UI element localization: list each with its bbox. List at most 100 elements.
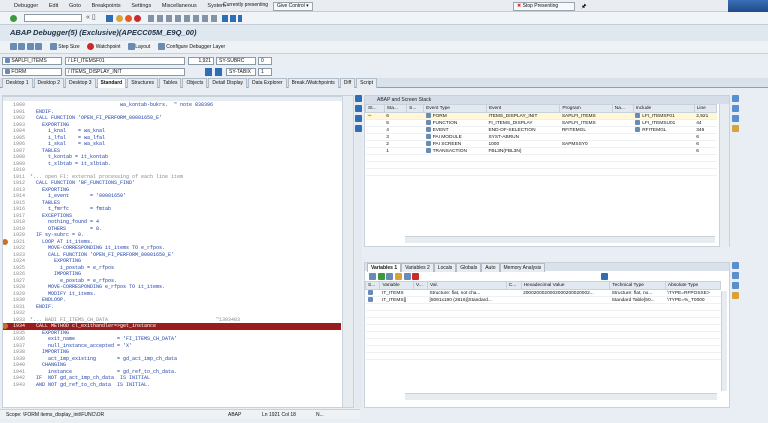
give-control-button[interactable]: Give Control ▾ <box>273 2 313 11</box>
tab-memory-analysis[interactable]: Memory Analysis <box>499 263 546 272</box>
command-field[interactable] <box>24 14 82 22</box>
tab-objects[interactable]: Objects <box>182 78 208 88</box>
stack-row[interactable]: 4 EVENT END-OF-SELECTION RFITEMGL RFITEMGL 34… <box>365 126 717 134</box>
tab-desktop-1[interactable]: Desktop 1 <box>2 78 33 88</box>
form-field[interactable]: FORM <box>2 68 62 76</box>
watchpoint-button[interactable]: Watchpoint <box>87 41 121 54</box>
variables-column-header[interactable]: Val. <box>426 281 507 290</box>
tab-locals[interactable]: Locals <box>433 263 457 272</box>
include-field[interactable]: / LFI_ITEMSF01 <box>65 57 185 65</box>
enter-icon[interactable] <box>10 15 17 22</box>
variable-cell[interactable]: IT_ITEMS <box>379 289 414 297</box>
variables-column-header[interactable]: Technical Type <box>609 281 666 290</box>
line-number-field[interactable]: 1,921 <box>188 57 214 65</box>
tab-script[interactable]: Script <box>356 78 377 88</box>
menu-edit[interactable]: Edit <box>49 0 58 12</box>
tab-data-explorer[interactable]: Data Explorer <box>248 78 287 88</box>
step-size-button[interactable]: Step Size <box>49 41 80 54</box>
stack-tool-3-icon[interactable] <box>732 115 739 122</box>
tab-break-watchpoints[interactable]: Break./Watchpoints <box>287 78 339 88</box>
menu-settings[interactable]: Settings <box>131 0 151 12</box>
stack-tool-2-icon[interactable] <box>732 105 739 112</box>
cancel-icon[interactable] <box>134 15 141 22</box>
nav-icons[interactable] <box>205 68 223 76</box>
stack-row[interactable]: 1 TRANSACTION FBL3N(FBL3N) 6 <box>365 147 717 155</box>
return-icon[interactable] <box>26 43 34 51</box>
var-tool-6-icon[interactable] <box>412 273 420 280</box>
variables-column-header[interactable]: S... <box>364 281 381 290</box>
exit-icon[interactable] <box>125 15 132 22</box>
menu-debugger[interactable]: Debugger <box>14 0 38 12</box>
variables-column-header[interactable]: Hexadecimal Value <box>520 281 611 290</box>
stack-column-header[interactable]: Sta... <box>383 104 408 113</box>
tab-desktop-2[interactable]: Desktop 2 <box>33 78 65 88</box>
var-side-4-icon[interactable] <box>732 292 739 299</box>
configure-layer-button[interactable]: Configure Debugger Layer <box>157 41 225 54</box>
breakpoint-icon[interactable] <box>3 238 8 245</box>
tab-desktop-3[interactable]: Desktop 3 <box>65 78 96 88</box>
step-icons[interactable] <box>10 41 43 54</box>
step-over-icon[interactable] <box>18 43 26 51</box>
variables-column-header[interactable]: C... <box>505 281 522 290</box>
stack-column-header[interactable]: Na... <box>611 104 634 113</box>
menu-breakpoints[interactable]: Breakpoints <box>92 0 121 12</box>
variables-scrollbar[interactable] <box>721 291 727 391</box>
variables-row[interactable]: IT_ITEMS[] [5091x190 (2816)]Standard... St… <box>365 296 721 304</box>
form-name-field[interactable]: / ITEMS_DISPLAY_INIT <box>65 68 185 76</box>
stack-row[interactable]: 2 PAI SCREEN 1000 SAPMSSY0 6 <box>365 140 717 148</box>
toolbar-icons[interactable] <box>148 15 218 22</box>
layout-icons[interactable] <box>222 15 242 22</box>
stack-column-header[interactable]: Event <box>485 104 561 113</box>
menu-goto[interactable]: Goto <box>69 0 81 12</box>
var-side-1-icon[interactable] <box>732 262 739 269</box>
stack-column-header[interactable]: Include <box>632 104 695 113</box>
editor-scrollbar[interactable] <box>342 96 353 407</box>
tabix-value[interactable]: 1 <box>258 68 272 76</box>
tab-variables-1[interactable]: Variables 1 <box>367 263 402 272</box>
stack-h-scrollbar[interactable] <box>405 236 715 243</box>
var-tool-1-icon[interactable] <box>369 273 376 280</box>
stack-column-header[interactable]: Line <box>693 104 718 113</box>
variable-cell[interactable]: Structure: flat, not cha... <box>427 289 507 297</box>
back-nav-icons[interactable]: « ▯ <box>86 13 96 21</box>
back-icon[interactable] <box>116 15 123 22</box>
menu-miscellaneous[interactable]: Miscellaneous <box>162 0 197 12</box>
swap-icon[interactable] <box>355 105 362 112</box>
stack-row[interactable]: 5 FUNCTION FI_ITEMS_DISPLAY SAPLFI_ITEMS LFI… <box>365 119 717 127</box>
stack-scrollbar[interactable] <box>719 104 729 247</box>
close-tool-icon[interactable] <box>355 125 362 132</box>
var-tool-4-icon[interactable] <box>395 273 403 280</box>
tab-detail-display[interactable]: Detail Display <box>208 78 247 88</box>
stack-column-header[interactable]: Event Type <box>423 104 487 113</box>
variables-column-header[interactable]: V... <box>413 281 428 290</box>
tab-variables-2[interactable]: Variables 2 <box>401 263 434 272</box>
breakpoint-icon[interactable] <box>3 323 8 329</box>
var-side-2-icon[interactable] <box>732 272 739 279</box>
program-field[interactable]: SAPLFI_ITEMS <box>2 57 62 65</box>
tab-globals[interactable]: Globals <box>456 263 482 272</box>
variables-column-header[interactable]: Absolute Type <box>664 281 722 290</box>
var-save-icon[interactable] <box>601 273 609 280</box>
tab-tables[interactable]: Tables <box>159 78 182 88</box>
variable-cell[interactable]: [5091x190 (2816)]Standard... <box>427 296 507 304</box>
var-side-3-icon[interactable] <box>732 282 739 289</box>
stack-tool-4-icon[interactable] <box>732 125 739 132</box>
var-tool-3-icon[interactable] <box>386 273 394 280</box>
variables-row[interactable]: IT_ITEMS Structure: flat, not cha... 20002… <box>365 289 721 297</box>
stack-column-header[interactable]: S... <box>406 104 425 113</box>
stack-column-header[interactable]: St... <box>365 104 385 113</box>
save-icon[interactable] <box>106 15 113 22</box>
subrc-value[interactable]: 0 <box>258 57 272 65</box>
tab-auto[interactable]: Auto <box>481 263 500 272</box>
tab-diff[interactable]: Diff <box>339 78 356 88</box>
variable-cell[interactable]: IT_ITEMS[] <box>379 296 414 304</box>
stack-row[interactable]: 3 PAI MODULE SYST-ABRUN 6 <box>365 133 717 141</box>
tool-icon[interactable] <box>355 115 362 122</box>
variables-h-scrollbar[interactable] <box>405 393 717 400</box>
var-tool-2-icon[interactable] <box>377 273 385 280</box>
stack-tool-1-icon[interactable] <box>732 95 739 102</box>
stack-row[interactable]: ➡ 6 FORM ITEMS_DISPLAY_INIT SAPLFI_ITEMS LFI_… <box>365 112 717 120</box>
step-into-icon[interactable] <box>10 43 17 51</box>
continue-icon[interactable] <box>35 43 43 51</box>
var-tool-5-icon[interactable] <box>403 273 411 280</box>
